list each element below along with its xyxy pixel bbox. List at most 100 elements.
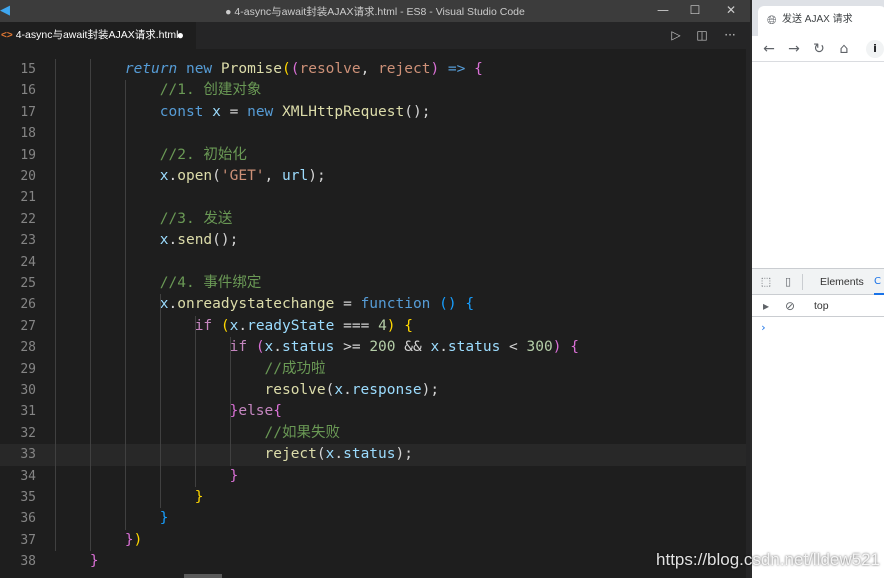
code-text: }	[229, 467, 239, 484]
code-text: resolve(x.response);	[264, 382, 440, 398]
line-number: 22	[20, 211, 36, 227]
code-line[interactable]: 34 }	[0, 466, 750, 487]
browser-toolbar: ← → ↻ ⌂ i	[752, 36, 884, 62]
indent-guide	[229, 337, 231, 466]
code-text: const x = new XMLHttpRequest();	[159, 103, 431, 120]
code-text: x.open('GET', url);	[159, 168, 326, 184]
code-line[interactable]: 36 }	[0, 508, 750, 529]
code-line[interactable]: 22 //3. 发送	[0, 209, 750, 230]
code-text: //如果失败	[264, 424, 340, 441]
browser-tab[interactable]: 🌐︎ 发送 AJAX 请求	[758, 6, 884, 36]
code-text: //4. 事件绑定	[159, 275, 262, 291]
split-editor-icon[interactable]: ◫	[694, 27, 710, 43]
code-text: if (x.status >= 200 && x.status < 300) {	[229, 339, 579, 356]
horizontal-scrollbar-thumb[interactable]	[184, 574, 222, 578]
forward-icon[interactable]: →	[785, 40, 803, 58]
line-number: 19	[20, 147, 36, 163]
title-bar: ◀ ● 4-async与await封装AJAX请求.html - ES8 - V…	[0, 0, 750, 22]
line-number: 36	[20, 511, 36, 527]
back-icon[interactable]: ←	[760, 40, 778, 58]
code-text: x.onreadystatechange = function () {	[159, 296, 475, 313]
line-number: 35	[20, 490, 36, 505]
code-line[interactable]: 38 }	[0, 551, 750, 572]
inspect-icon[interactable]: ⬚	[758, 274, 774, 290]
line-number: 31	[20, 404, 36, 420]
line-number: 16	[20, 83, 36, 99]
code-line[interactable]: 37 })	[0, 530, 750, 551]
run-icon[interactable]: ▷	[668, 27, 684, 43]
code-line[interactable]: 26 x.onreadystatechange = function () {	[0, 294, 750, 315]
code-line[interactable]: 29 //成功啦	[0, 359, 750, 380]
watermark: https://blog.csdn.net/lldew521	[656, 550, 880, 569]
line-number: 30	[20, 383, 36, 398]
globe-icon: 🌐︎	[767, 13, 777, 27]
editor-tab-active[interactable]: <> 4-async与await封装AJAX请求.html ●	[0, 22, 196, 49]
line-number: 17	[20, 104, 36, 120]
code-line[interactable]: 28 if (x.status >= 200 && x.status < 300…	[0, 337, 750, 358]
line-number: 38	[20, 554, 36, 570]
browser-tab-strip: 🌐︎ 发送 AJAX 请求	[752, 0, 884, 36]
code-line[interactable]: 32 //如果失败	[0, 423, 750, 444]
tab-label: 4-async与await封装AJAX请求.html	[15, 29, 179, 41]
code-text: //2. 初始化	[159, 146, 247, 163]
console-toolbar: ▸ ⊘ top	[752, 295, 884, 317]
line-number: 15	[20, 62, 36, 77]
code-line[interactable]: 23 x.send();	[0, 230, 750, 251]
maximize-button[interactable]: ☐	[678, 0, 712, 22]
reload-icon[interactable]: ↻	[810, 40, 828, 58]
code-line[interactable]: 33 reject(x.status);	[0, 444, 750, 466]
code-editor[interactable]: 15 return new Promise((resolve, reject) …	[0, 49, 750, 578]
code-line[interactable]: 20 x.open('GET', url);	[0, 166, 750, 187]
close-button[interactable]: ✕	[714, 0, 748, 22]
site-info-icon[interactable]: i	[866, 40, 884, 58]
line-number: 34	[20, 468, 36, 484]
code-text: }	[194, 489, 204, 505]
home-icon[interactable]: ⌂	[835, 40, 853, 58]
tab-console[interactable]: C	[874, 269, 884, 295]
line-number: 23	[20, 233, 36, 249]
code-line[interactable]: 17 const x = new XMLHttpRequest();	[0, 102, 750, 123]
line-number: 32	[20, 425, 36, 441]
vscode-window: ◀ ● 4-async与await封装AJAX请求.html - ES8 - V…	[0, 0, 750, 578]
code-text: //成功啦	[264, 360, 326, 377]
device-toggle-icon[interactable]: ▯	[780, 274, 796, 290]
indent-guide	[194, 315, 196, 487]
code-line[interactable]: 25 //4. 事件绑定	[0, 273, 750, 294]
unsaved-dot-icon[interactable]: ●	[177, 22, 184, 49]
code-text: //1. 创建对象	[159, 82, 262, 99]
code-line[interactable]: 30 resolve(x.response);	[0, 380, 750, 401]
code-text: return new Promise((resolve, reject) => …	[124, 61, 483, 77]
code-text: if (x.readyState === 4) {	[194, 317, 413, 334]
line-number: 21	[20, 190, 36, 206]
clear-console-icon[interactable]: ⊘	[782, 298, 798, 314]
sidebar-toggle-icon[interactable]: ▸	[758, 298, 774, 314]
minimize-button[interactable]: —	[646, 0, 680, 22]
code-text: }	[159, 510, 169, 527]
console-prompt[interactable]: ›	[760, 321, 767, 334]
line-number: 28	[20, 340, 36, 356]
code-line[interactable]: 18	[0, 123, 750, 144]
line-number: 20	[20, 169, 36, 184]
line-number: 33	[20, 447, 36, 463]
toolbar-divider	[802, 274, 803, 290]
code-line[interactable]: 21	[0, 187, 750, 208]
code-text: reject(x.status);	[264, 446, 413, 463]
code-line[interactable]: 35 }	[0, 487, 750, 508]
code-line[interactable]: 15 return new Promise((resolve, reject) …	[0, 59, 750, 80]
window-title: ● 4-async与await封装AJAX请求.html - ES8 - Vis…	[225, 6, 525, 18]
line-number: 27	[20, 318, 36, 334]
line-number: 29	[20, 361, 36, 377]
line-number: 24	[20, 254, 36, 270]
code-line[interactable]: 16 //1. 创建对象	[0, 80, 750, 101]
tab-elements[interactable]: Elements	[820, 269, 864, 295]
browser-tab-title: 发送 AJAX 请求	[782, 14, 853, 25]
code-line[interactable]: 31 }else{	[0, 401, 750, 422]
line-number: 25	[20, 276, 36, 291]
code-line[interactable]: 27 if (x.readyState === 4) {	[0, 316, 750, 337]
context-selector[interactable]: top	[814, 295, 829, 317]
indent-guide	[124, 80, 126, 530]
more-actions-icon[interactable]: ···	[722, 27, 738, 43]
code-line[interactable]: 19 //2. 初始化	[0, 145, 750, 166]
code-line[interactable]: 24	[0, 252, 750, 273]
code-text: })	[124, 531, 143, 548]
